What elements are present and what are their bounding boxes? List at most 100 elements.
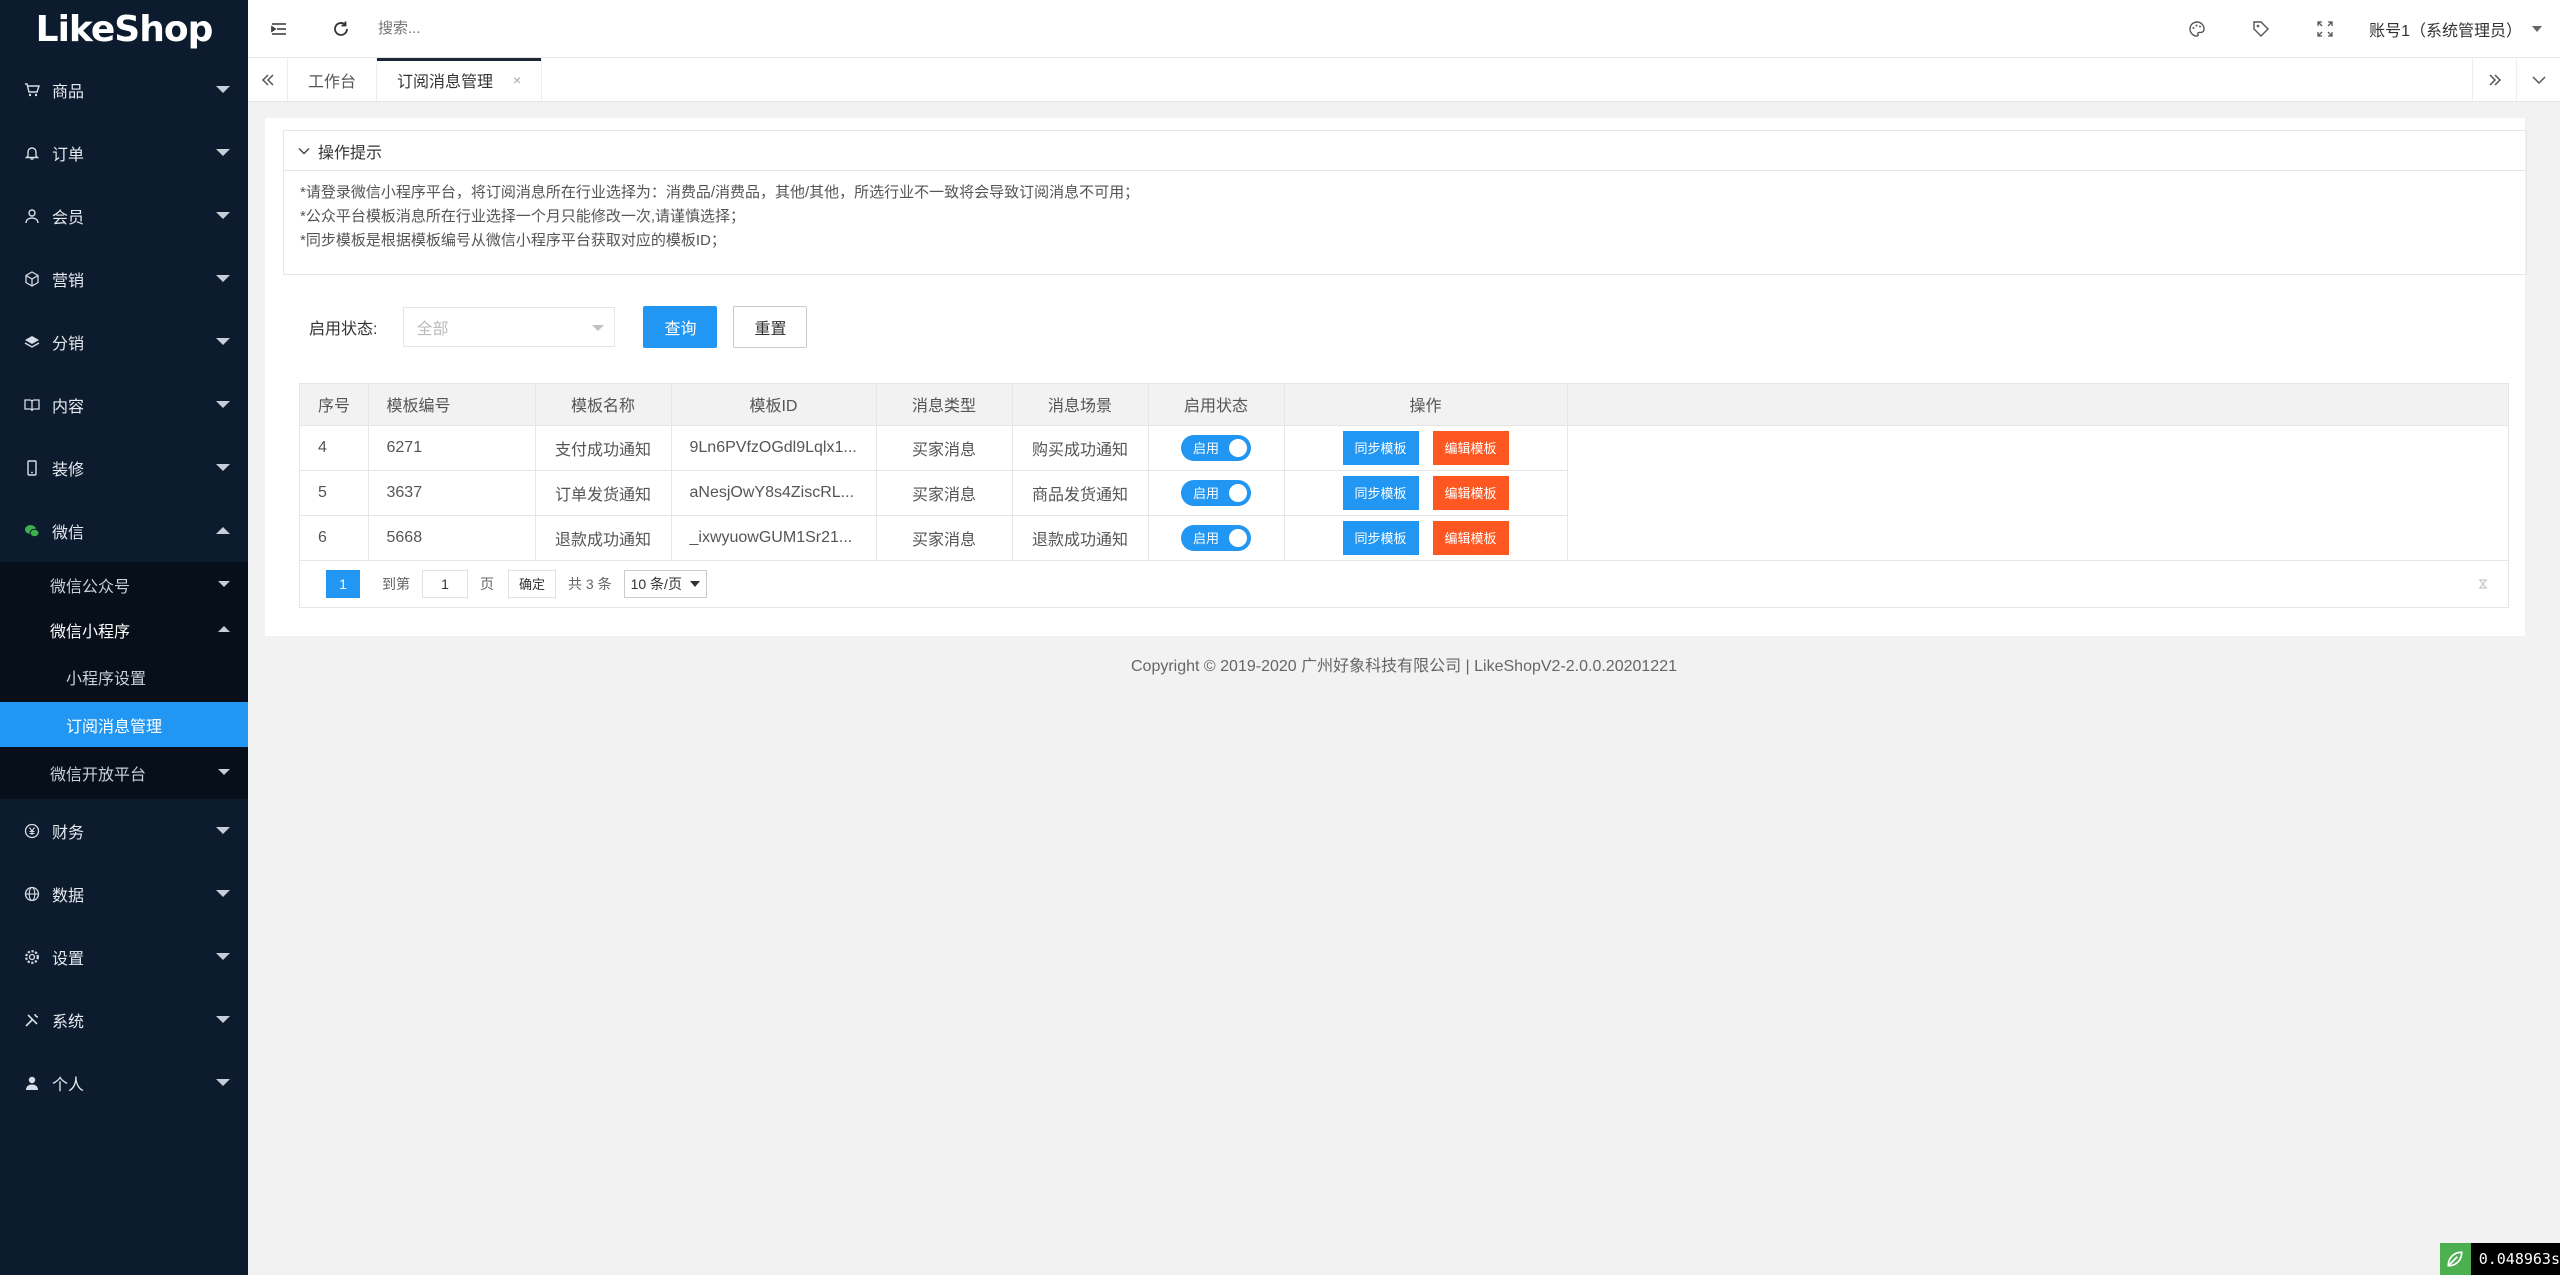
menu-toggle-icon[interactable]: [248, 0, 310, 58]
sidebar-item-wechat-mini[interactable]: 微信小程序: [0, 607, 248, 652]
tip-line: *公众平台模板消息所在行业选择一个月只能修改一次,请谨慎选择；: [300, 208, 746, 225]
status-toggle[interactable]: 启用: [1181, 524, 1251, 551]
query-button[interactable]: 查询: [643, 306, 718, 348]
logo[interactable]: LikeShop: [0, 0, 248, 58]
debug-timer: 0.048963s: [2440, 1243, 2560, 1275]
col-name: 模板名称: [535, 384, 672, 426]
tab-workbench[interactable]: 工作台: [288, 58, 378, 101]
caret-down-icon: [2532, 26, 2542, 32]
sync-template-button[interactable]: 同步模板: [1342, 475, 1419, 510]
cell-status: 启用: [1148, 470, 1285, 516]
sidebar-item-subscribe-msg[interactable]: 订阅消息管理: [0, 702, 248, 747]
status-toggle[interactable]: 启用: [1181, 479, 1251, 506]
page-input[interactable]: [422, 569, 468, 598]
sidebar-item-distribution[interactable]: 分销: [0, 310, 248, 373]
template-table: 序号 模板编号 模板名称 模板ID 消息类型 消息场景 启用状态 操作 4 62…: [299, 383, 2509, 608]
status-select[interactable]: 全部: [403, 307, 616, 347]
edit-template-button[interactable]: 编辑模板: [1432, 475, 1509, 510]
chevron-down-icon: [216, 337, 230, 345]
goto-label: 到第: [382, 575, 410, 592]
sync-template-button[interactable]: 同步模板: [1342, 430, 1419, 465]
page-current[interactable]: 1: [326, 569, 360, 598]
page-confirm-button[interactable]: 确定: [508, 569, 557, 598]
tabs-prev-icon[interactable]: [248, 58, 288, 101]
cell-no: 6: [300, 515, 369, 561]
caret-down-icon: [689, 580, 700, 587]
chevron-down-icon: [218, 580, 230, 587]
page-size-select[interactable]: 10 条/页: [623, 569, 707, 598]
wechat-icon: [22, 521, 42, 541]
sidebar-item-system[interactable]: 系统: [0, 988, 248, 1051]
table-row: 4 6271 支付成功通知 9Ln6PVfzOGdl9Lqlx1... 买家消息…: [300, 425, 2508, 471]
account-menu[interactable]: 账号1（系统管理员）: [2357, 17, 2560, 41]
sidebar-item-data[interactable]: 数据: [0, 862, 248, 925]
chevron-down-icon: [216, 211, 230, 219]
cell-template-id: _ixwyuowGUM1Sr21...: [671, 515, 877, 561]
chevron-down-icon: [216, 148, 230, 156]
sidebar-item-members[interactable]: 会员: [0, 184, 248, 247]
table-row: 5 3637 订单发货通知 aNesjOwY8s4ZiscRL... 买家消息 …: [300, 470, 2508, 516]
sidebar-item-personal[interactable]: 个人: [0, 1051, 248, 1114]
tabs-right-controls: [2472, 58, 2560, 102]
cell-code: 5668: [368, 515, 536, 561]
refresh-icon[interactable]: [310, 0, 372, 58]
sidebar-item-wechat-open[interactable]: 微信开放平台: [0, 747, 248, 799]
cell-name: 支付成功通知: [535, 425, 672, 471]
sidebar-item-marketing[interactable]: 营销: [0, 247, 248, 310]
search-input[interactable]: [378, 8, 878, 49]
table-refresh-icon[interactable]: [2476, 577, 2490, 591]
total-count: 共 3 条: [568, 575, 612, 592]
sidebar-item-wechat[interactable]: 微信: [0, 499, 248, 562]
tabs-dropdown-icon[interactable]: [2516, 58, 2560, 102]
chevron-down-icon: [218, 769, 230, 775]
close-icon[interactable]: ×: [513, 72, 521, 88]
tip-line: *同步模板是根据模板编号从微信小程序平台获取对应的模板ID；: [300, 232, 726, 249]
mobile-icon: [22, 458, 42, 478]
bell-icon: [22, 143, 42, 163]
status-toggle[interactable]: 启用: [1181, 434, 1251, 461]
cart-icon: [22, 80, 42, 100]
cell-type: 买家消息: [876, 425, 1013, 471]
cell-actions: 同步模板 编辑模板: [1284, 515, 1568, 561]
tabs-next-icon[interactable]: [2472, 58, 2516, 102]
col-code: 模板编号: [368, 384, 536, 426]
cell-scene: 退款成功通知: [1012, 515, 1149, 561]
sidebar-item-content[interactable]: 内容: [0, 373, 248, 436]
cell-no: 4: [300, 425, 369, 471]
sidebar-item-settings[interactable]: 设置: [0, 925, 248, 988]
page-tabs: 工作台 订阅消息管理 ×: [248, 58, 2560, 102]
chevron-down-icon: [216, 463, 230, 471]
toggle-knob: [1229, 528, 1247, 547]
tools-icon: [22, 1010, 42, 1030]
user-icon: [22, 206, 42, 226]
chevron-down-icon: [216, 1078, 230, 1086]
sync-template-button[interactable]: 同步模板: [1342, 520, 1419, 555]
cell-type: 买家消息: [876, 515, 1013, 561]
reset-button[interactable]: 重置: [733, 306, 808, 348]
chevron-down-icon: [216, 952, 230, 960]
col-scene: 消息场景: [1012, 384, 1149, 426]
sidebar-item-mini-settings[interactable]: 小程序设置: [0, 652, 248, 702]
sidebar-item-orders[interactable]: 订单: [0, 121, 248, 184]
sidebar-item-finance[interactable]: 财务: [0, 799, 248, 862]
fullscreen-icon[interactable]: [2293, 0, 2357, 58]
cell-template-id: 9Ln6PVfzOGdl9Lqlx1...: [671, 425, 877, 471]
theme-palette-icon[interactable]: [2165, 0, 2229, 58]
person-icon: [22, 1073, 42, 1093]
sidebar-item-goods[interactable]: 商品: [0, 58, 248, 121]
cell-name: 订单发货通知: [535, 470, 672, 516]
tips-header[interactable]: 操作提示: [284, 131, 2526, 171]
edit-template-button[interactable]: 编辑模板: [1432, 430, 1509, 465]
pagination: 1 到第 页 确定 共 3 条 10 条/页: [300, 561, 2508, 607]
chevron-down-icon: [216, 1015, 230, 1023]
tag-icon[interactable]: [2229, 0, 2293, 58]
tab-subscribe-msg[interactable]: 订阅消息管理 ×: [377, 58, 543, 101]
sidebar-item-wechat-official[interactable]: 微信公众号: [0, 562, 248, 607]
sidebar-item-decoration[interactable]: 装修: [0, 436, 248, 499]
edit-template-button[interactable]: 编辑模板: [1432, 520, 1509, 555]
operation-tips: 操作提示 *请登录微信小程序平台，将订阅消息所在行业选择为：消费品/消费品，其他…: [283, 130, 2527, 275]
chevron-down-icon: [216, 889, 230, 897]
cell-code: 3637: [368, 470, 536, 516]
cube-icon: [22, 269, 42, 289]
chevron-down-icon: [216, 274, 230, 282]
